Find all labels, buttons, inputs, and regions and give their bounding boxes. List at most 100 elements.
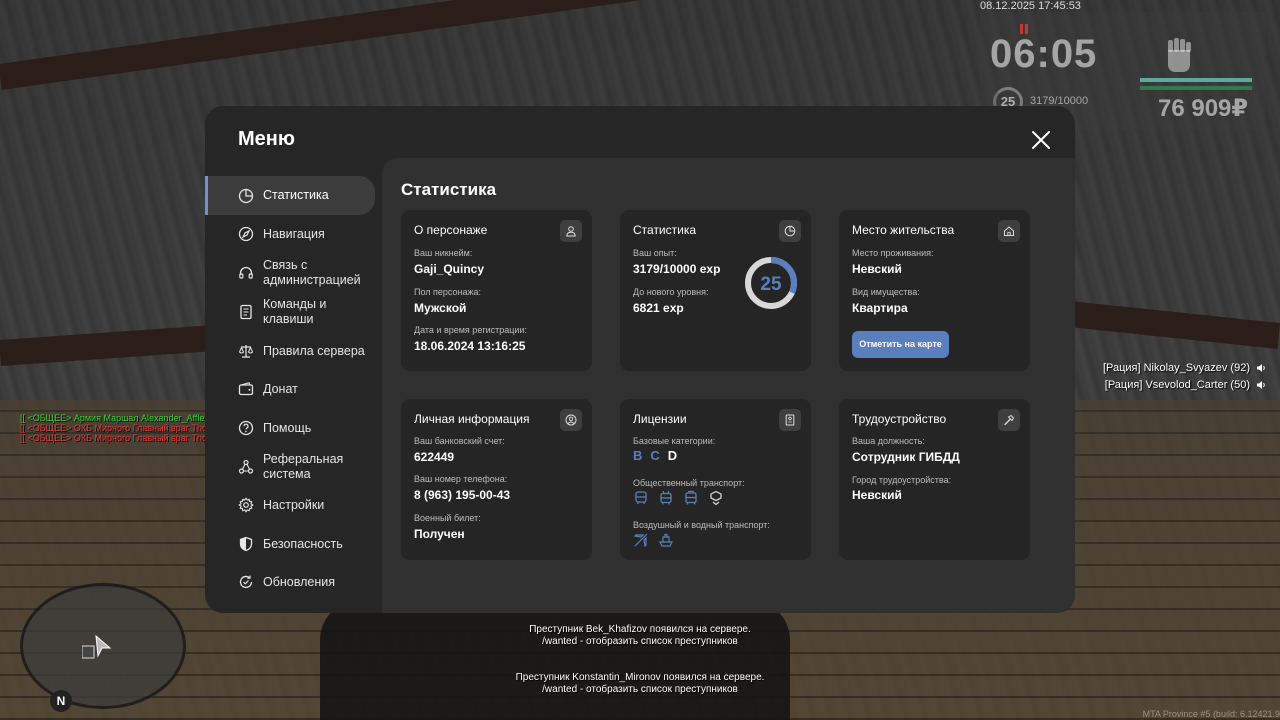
stats-card: Статистика Ваш опыт: 3179/10000 exp До н… <box>620 210 811 371</box>
radio-entry-text: [Рация] Nikolay_Svyazev (92) <box>1102 362 1250 374</box>
card-icon-button <box>998 409 1020 431</box>
sidebar-item-referral[interactable]: Реферальная система <box>205 447 375 487</box>
trolleybus-icon <box>660 490 672 505</box>
sidebar-item-settings[interactable]: Настройки <box>205 485 375 525</box>
sidebar-item-label: Настройки <box>263 497 325 512</box>
sidebar-item-admin-contact[interactable]: Связь с администрацией <box>205 253 375 293</box>
hud-armor-bar <box>1140 86 1252 90</box>
sidebar-item-security[interactable]: Безопасность <box>205 524 375 564</box>
speaker-icon <box>1257 381 1265 389</box>
air-water-licenses <box>633 532 674 548</box>
sidebar-item-donate[interactable]: Донат <box>205 369 375 409</box>
notice-line: /wanted - отобразить список преступников <box>542 636 738 647</box>
sidebar-item-label: Навигация <box>263 226 325 241</box>
fist-icon <box>1168 38 1191 72</box>
notice-line: Преступник Bek_Khafizov появился на серв… <box>529 624 751 635</box>
sidebar-item-label: Обновления <box>263 574 335 589</box>
sidebar-item-label: Донат <box>263 381 298 396</box>
stats-icon <box>784 225 796 237</box>
card-icon-button <box>779 409 801 431</box>
nickname-label: Ваш никнейм: <box>414 248 473 258</box>
card-icon-button <box>560 220 582 242</box>
sidebar-item-updates[interactable]: Обновления <box>205 562 375 602</box>
sidebar-item-navigation[interactable]: Навигация <box>205 214 375 254</box>
update-icon <box>239 575 253 589</box>
sidebar-item-label: Команды и клавиши <box>263 297 327 326</box>
background-character <box>320 600 790 720</box>
card-title: Личная информация <box>414 412 530 426</box>
sidebar-item-label: Правила сервера <box>263 343 365 358</box>
employment-city-label: Город трудоустройства: <box>852 475 952 485</box>
server-notice: Преступник Bek_Khafizov появился на серв… <box>440 624 840 648</box>
military-id-label: Военный билет: <box>414 513 481 523</box>
gender-value: Мужской <box>414 301 467 315</box>
headset-icon <box>239 266 253 279</box>
sidebar-item-rules[interactable]: Правила сервера <box>205 331 375 371</box>
phone-label: Ваш номер телефона: <box>414 474 508 484</box>
notice-line: Преступник Konstantin_Mironov появился н… <box>515 672 765 683</box>
base-categories-label: Базовые категории: <box>633 436 716 446</box>
military-id-value: Получен <box>414 527 465 541</box>
card-title: Лицензии <box>633 412 687 426</box>
close-icon[interactable] <box>1031 130 1051 150</box>
residence-card: Место жительства Место проживания: Невск… <box>839 210 1030 371</box>
minimap-north: N <box>50 690 72 712</box>
sidebar-item-label: Помощь <box>263 420 312 435</box>
sidebar-item-label: Связь с администрацией <box>263 258 361 287</box>
card-icon-button <box>998 220 1020 242</box>
level-progress-ring: 25 <box>745 257 797 309</box>
build-info: MTA Province #5 (build: 6.12421.9 <box>1142 709 1280 719</box>
mark-on-map-button[interactable]: Отметить на карте <box>852 331 949 358</box>
menu-title: Меню <box>238 128 295 150</box>
registration-value: 18.06.2024 13:16:25 <box>414 339 526 353</box>
user-icon <box>566 226 576 237</box>
hud-money: 76 909₽ <box>1158 95 1249 122</box>
sidebar-item-label: Реферальная система <box>263 452 344 481</box>
airplane-icon <box>633 533 648 548</box>
help-icon <box>238 420 254 436</box>
hammer-icon <box>1004 414 1015 426</box>
license-category-c: C <box>650 448 660 463</box>
tram-icon <box>685 490 697 505</box>
page-title: Статистика <box>401 180 497 199</box>
sidebar-item-label: Статистика <box>263 188 329 202</box>
card-title: О персонаже <box>414 223 488 237</box>
sidebar-item-commands[interactable]: Команды и клавиши <box>205 292 375 332</box>
sidebar-item-label: Безопасность <box>263 536 343 551</box>
license-categories: B C D <box>633 448 677 463</box>
licenses-card: Лицензии Базовые категории: B C D Общест… <box>620 399 811 560</box>
hud-time: 06:05 <box>990 32 1098 76</box>
license-icon <box>785 414 795 426</box>
license-category-b: B <box>633 448 643 463</box>
compass-icon <box>238 226 254 242</box>
sidebar-item-statistics[interactable]: Статистика <box>205 176 375 215</box>
document-icon <box>240 304 252 320</box>
sidebar-item-help[interactable]: Помощь <box>205 408 375 448</box>
boat-icon <box>659 533 673 547</box>
shield-icon <box>239 536 253 552</box>
server-notice: Преступник Konstantin_Mironov появился н… <box>440 672 840 696</box>
license-category-d: D <box>667 448 678 463</box>
stats-icon <box>238 188 254 203</box>
gear-icon <box>238 497 254 513</box>
property-type-value: Квартира <box>852 301 908 315</box>
radio-entry: [Рация] Nikolay_Svyazev (92) <box>1103 362 1266 374</box>
card-title: Трудоустройство <box>852 412 947 426</box>
position-value: Сотрудник ГИБДД <box>852 450 960 464</box>
menu-window: Меню Статистика Навигация Связь с админи… <box>205 106 1075 613</box>
next-level-value: 6821 exp <box>633 301 684 315</box>
bus-icon <box>635 491 647 504</box>
radio-entry: [Рация] Vsevolod_Carter (50) <box>1105 379 1266 391</box>
level-number: 25 <box>760 274 782 295</box>
registration-label: Дата и время регистрации: <box>414 325 527 335</box>
referral-icon <box>238 459 254 474</box>
content-panel: Статистика О персонаже Ваш никнейм: Gaji… <box>382 158 1075 613</box>
bank-account-value: 622449 <box>414 450 455 464</box>
user-circle-icon <box>565 414 577 426</box>
card-title: Статистика <box>633 223 697 237</box>
personal-info-card: Личная информация Ваш банковский счет: 6… <box>401 399 592 560</box>
wallet-icon <box>238 382 254 396</box>
air-water-transport-label: Воздушный и водный транспорт: <box>633 520 770 530</box>
phone-value: 8 (963) 195-00-43 <box>414 488 511 502</box>
gender-label: Пол персонажа: <box>414 287 482 297</box>
